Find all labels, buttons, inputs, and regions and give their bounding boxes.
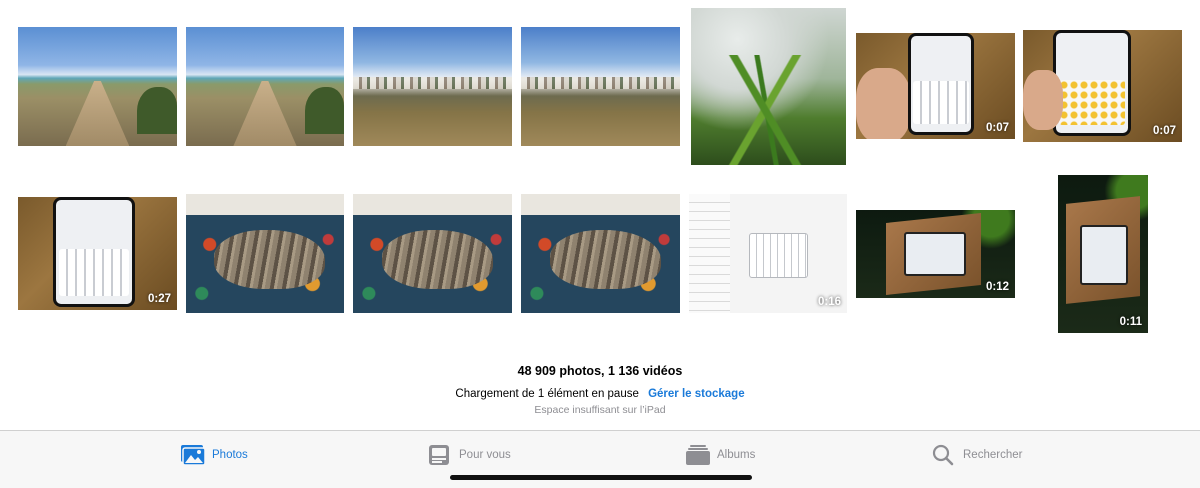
video-duration: 0:12 [985,281,1009,293]
photos-icon [180,444,206,466]
video-thumbnail[interactable]: 0:07 [1023,30,1182,142]
photo-thumbnail[interactable] [353,27,512,146]
video-thumbnail[interactable]: 0:27 [18,197,177,310]
search-icon [931,444,957,466]
storage-warning: Espace insuffisant sur l’iPad [534,404,666,416]
tab-for-you-label: Pour vous [459,449,511,461]
photo-thumbnail[interactable] [521,194,680,313]
video-duration: 0:11 [1119,316,1142,328]
video-thumbnail[interactable]: 0:07 [856,33,1015,139]
video-duration: 0:07 [1152,125,1176,137]
ipad-keyboard-image [749,233,808,279]
tab-albums[interactable]: Albums [685,443,755,467]
tab-search[interactable]: Rechercher [931,443,1022,467]
tab-for-you[interactable]: Pour vous [427,443,511,467]
video-duration: 0:27 [147,293,171,305]
video-duration: 0:07 [985,122,1009,134]
home-indicator[interactable] [450,475,752,480]
photo-thumbnail[interactable] [353,194,512,313]
albums-icon [685,444,711,466]
manage-storage-link[interactable]: Gérer le stockage [648,388,745,400]
upload-status: Chargement de 1 élément en pause Gérer l… [0,388,1200,400]
video-duration: 0:16 [817,296,841,308]
photo-thumbnail[interactable] [691,8,846,165]
tablet-image [904,232,966,276]
phone-screen-image [1053,30,1131,136]
hand-image [856,68,911,139]
phone-screen-image [908,33,974,135]
video-thumbnail[interactable]: 0:16 [689,194,847,313]
hand-image [1023,70,1063,130]
tablet-image [1080,225,1128,285]
photo-grid: 0:07 0:07 0:27 0:16 0:12 0:11 [0,0,1200,345]
tab-photos[interactable]: Photos [180,443,248,467]
video-thumbnail[interactable]: 0:12 [856,210,1015,298]
library-count: 48 909 photos, 1 136 vidéos [517,364,683,378]
tab-photos-label: Photos [212,449,248,461]
video-thumbnail[interactable]: 0:11 [1058,175,1148,333]
phone-screen-image [53,197,135,307]
for-you-icon [427,444,453,466]
tab-albums-label: Albums [717,449,756,461]
photo-thumbnail[interactable] [18,27,177,146]
photo-thumbnail[interactable] [186,27,344,146]
photo-thumbnail[interactable] [186,194,344,313]
ipad-sidebar-image [689,194,731,313]
upload-status-text: Chargement de 1 élément en pause [455,388,639,400]
tab-search-label: Rechercher [963,449,1023,461]
photo-thumbnail[interactable] [521,27,680,146]
